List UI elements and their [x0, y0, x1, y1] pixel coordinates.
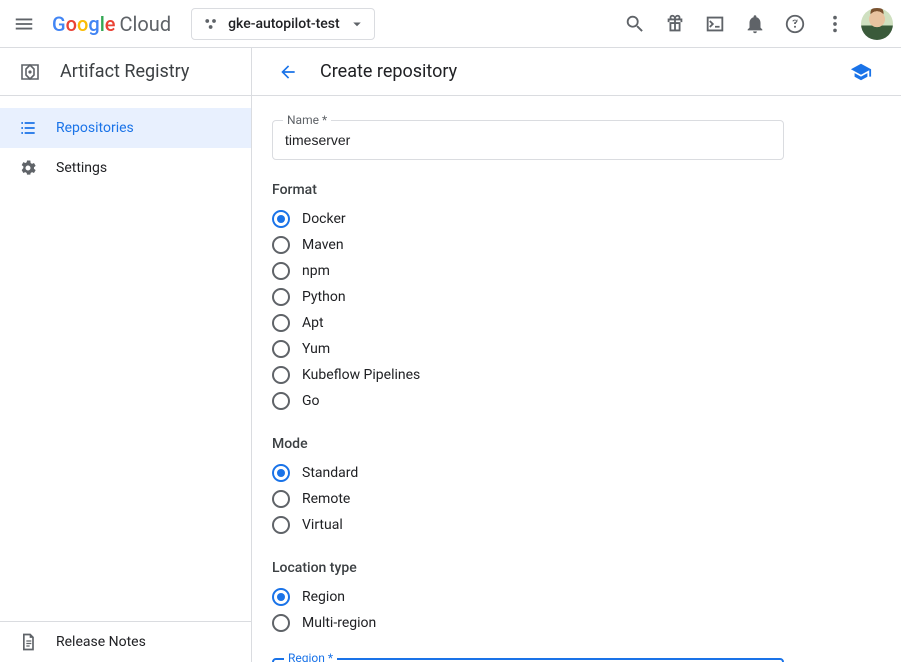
back-button[interactable] [272, 56, 304, 88]
format-radio-python[interactable]: Python [272, 284, 784, 310]
sidebar-item-release-notes[interactable]: Release Notes [0, 622, 251, 662]
mode-title: Mode [272, 436, 784, 452]
radio-ring [272, 614, 290, 632]
free-trial-button[interactable] [655, 4, 695, 44]
radio-label: Multi-region [302, 615, 376, 631]
learn-icon [850, 61, 872, 83]
radio-ring [272, 236, 290, 254]
sidebar-nav: Repositories Settings [0, 96, 251, 621]
radio-ring [272, 392, 290, 410]
product-title: Artifact Registry [60, 61, 189, 82]
format-radio-kubeflow-pipelines[interactable]: Kubeflow Pipelines [272, 362, 784, 388]
radio-label: Go [302, 393, 320, 409]
mode-radio-standard[interactable]: Standard [272, 460, 784, 486]
radio-label: npm [302, 263, 330, 279]
project-name: gke-autopilot-test [228, 16, 340, 32]
sidebar-item-label: Release Notes [56, 634, 146, 650]
notifications-button[interactable] [735, 4, 775, 44]
cloud-shell-icon [704, 13, 726, 35]
region-select[interactable]: Region * us-west1 (Oregon) [272, 658, 784, 662]
radio-ring [272, 340, 290, 358]
search-icon [624, 13, 646, 35]
topbar: Google Cloud gke-autopilot-test [0, 0, 901, 48]
radio-ring [272, 314, 290, 332]
name-label: Name * [283, 113, 331, 127]
radio-label: Docker [302, 211, 346, 227]
artifact-registry-icon [18, 60, 42, 84]
hamburger-icon [13, 13, 35, 35]
sidebar: Artifact Registry Repositories Settings … [0, 48, 252, 662]
mode-radio-remote[interactable]: Remote [272, 486, 784, 512]
release-notes-icon [18, 632, 38, 652]
radio-ring [272, 516, 290, 534]
radio-label: Apt [302, 315, 324, 331]
radio-ring [272, 366, 290, 384]
format-radio-npm[interactable]: npm [272, 258, 784, 284]
more-vert-icon [824, 13, 846, 35]
sidebar-item-label: Repositories [56, 120, 134, 136]
chevron-down-icon [348, 15, 366, 33]
sidebar-item-repositories[interactable]: Repositories [0, 108, 251, 148]
sidebar-item-label: Settings [56, 160, 107, 176]
format-radio-maven[interactable]: Maven [272, 232, 784, 258]
logo-google-cloud[interactable]: Google Cloud [52, 12, 171, 36]
radio-label: Python [302, 289, 346, 305]
logo-google: Google [52, 12, 116, 36]
bell-icon [744, 13, 766, 35]
radio-ring [272, 588, 290, 606]
radio-ring [272, 210, 290, 228]
format-radio-yum[interactable]: Yum [272, 336, 784, 362]
region-label: Region * [284, 651, 337, 662]
radio-label: Virtual [302, 517, 343, 533]
format-radio-go[interactable]: Go [272, 388, 784, 414]
learn-button[interactable] [841, 52, 881, 92]
arrow-back-icon [278, 61, 298, 83]
radio-label: Region [302, 589, 345, 605]
radio-ring [272, 464, 290, 482]
mode-radio-virtual[interactable]: Virtual [272, 512, 784, 538]
gear-icon [18, 158, 38, 178]
radio-ring [272, 262, 290, 280]
help-button[interactable] [775, 4, 815, 44]
list-icon [18, 118, 38, 138]
help-icon [784, 13, 806, 35]
main-panel: Create repository Name * Format Docker Ma… [252, 48, 901, 662]
radio-label: Standard [302, 465, 358, 481]
location-type-radio-multi-region[interactable]: Multi-region [272, 610, 784, 636]
more-button[interactable] [815, 4, 855, 44]
gift-icon [664, 13, 686, 35]
search-button[interactable] [615, 4, 655, 44]
product-header[interactable]: Artifact Registry [0, 48, 251, 96]
logo-cloud: Cloud [120, 12, 172, 36]
radio-label: Yum [302, 341, 330, 357]
page-header: Create repository [252, 48, 901, 96]
account-avatar[interactable] [861, 8, 893, 40]
sidebar-item-settings[interactable]: Settings [0, 148, 251, 188]
page-title: Create repository [320, 61, 825, 82]
form-content: Name * Format Docker Maven npm Python Apt Yum… [252, 96, 901, 662]
format-radio-group: Docker Maven npm Python Apt Yum Kubeflow Pipel… [272, 206, 784, 414]
location-type-radio-group: Region Multi-region [272, 584, 784, 636]
mode-radio-group: Standard Remote Virtual [272, 460, 784, 538]
hamburger-menu-button[interactable] [4, 4, 44, 44]
radio-label: Maven [302, 237, 344, 253]
name-field[interactable]: Name * [272, 120, 784, 160]
radio-label: Remote [302, 491, 350, 507]
name-input[interactable] [273, 132, 783, 148]
project-icon [202, 15, 220, 33]
radio-ring [272, 288, 290, 306]
location-type-title: Location type [272, 560, 784, 576]
location-type-radio-region[interactable]: Region [272, 584, 784, 610]
format-radio-apt[interactable]: Apt [272, 310, 784, 336]
format-title: Format [272, 182, 784, 198]
format-radio-docker[interactable]: Docker [272, 206, 784, 232]
cloud-shell-button[interactable] [695, 4, 735, 44]
radio-ring [272, 490, 290, 508]
radio-label: Kubeflow Pipelines [302, 367, 420, 383]
project-selector[interactable]: gke-autopilot-test [191, 8, 375, 40]
